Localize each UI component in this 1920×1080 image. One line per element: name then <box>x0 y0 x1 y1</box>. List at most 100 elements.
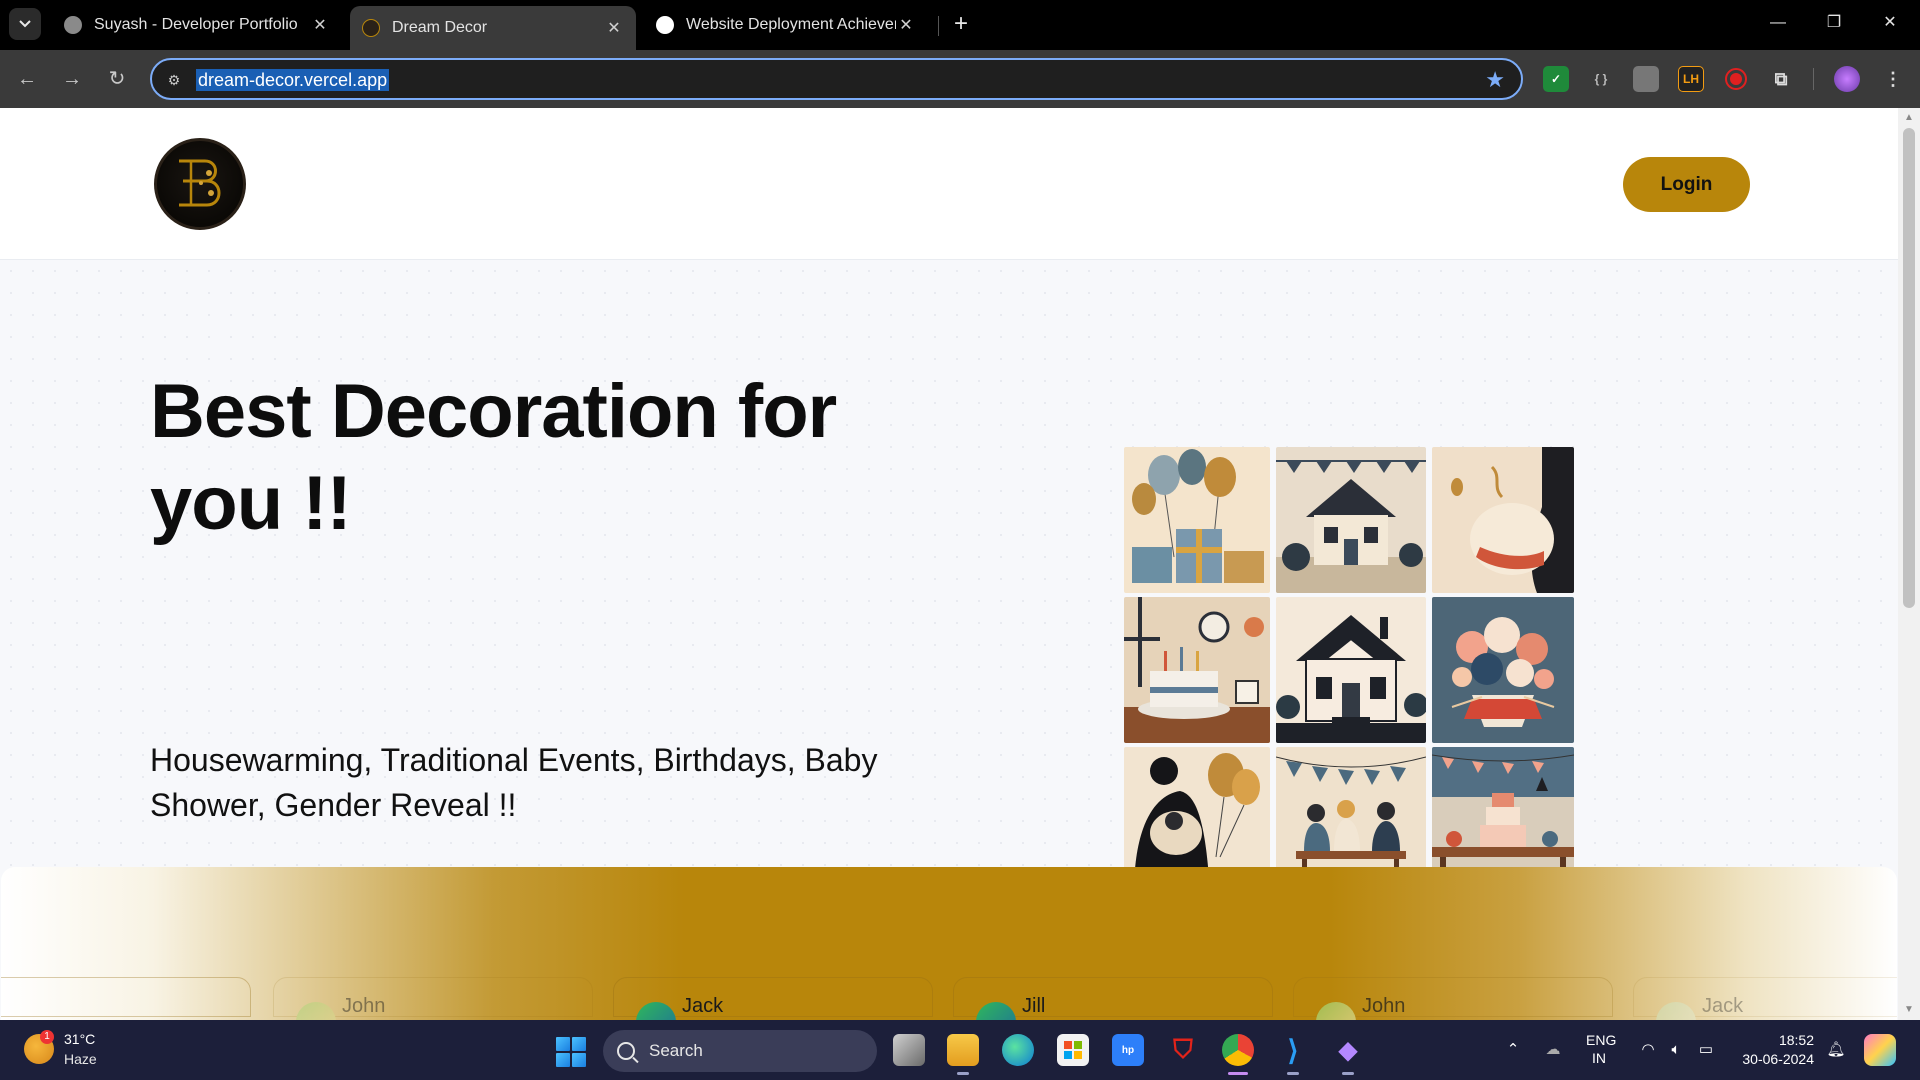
pregnancy-icon <box>1432 447 1574 593</box>
testimonial-card: Jill <box>953 977 1273 1020</box>
taskbar-search-box[interactable]: Search <box>603 1030 877 1072</box>
app-running-indicator <box>957 1072 969 1075</box>
search-icon <box>617 1042 635 1060</box>
copilot-icon[interactable] <box>1864 1034 1896 1066</box>
more-menu-icon[interactable]: ⋮ <box>1880 66 1906 92</box>
avatar <box>296 1002 336 1020</box>
testimonial-name: Jill <box>1022 995 1046 1017</box>
extension-icon[interactable] <box>1633 66 1659 92</box>
tab-title: Website Deployment Achievem <box>686 16 896 33</box>
task-view-icon[interactable] <box>893 1034 925 1066</box>
puzzle-extensions-icon[interactable]: ⧉ <box>1768 66 1794 92</box>
tab-title: Suyash - Developer Portfolio <box>94 16 298 33</box>
site-header: Login <box>0 108 1898 260</box>
json-extension-icon[interactable]: { } <box>1588 66 1614 92</box>
weather-notification-badge: 1 <box>40 1030 54 1044</box>
testimonial-card: John <box>273 977 593 1020</box>
myhp-icon[interactable]: hp <box>1112 1034 1144 1066</box>
wifi-icon[interactable]: ◠ <box>1638 1040 1658 1060</box>
tab-website-deployment[interactable]: Website Deployment Achievem ✕ <box>644 6 928 44</box>
restore-button[interactable]: ❐ <box>1808 8 1860 38</box>
browser-toolbar: ← → ↻ ⚙ dream-decor.vercel.app ★ ✓ { } L… <box>0 50 1920 108</box>
lighthouse-extension-icon[interactable]: LH <box>1678 66 1704 92</box>
testimonials-section: John Jack Jill John Jack <box>1 867 1897 1020</box>
notification-bell-icon[interactable]: 🔔︎ <box>1826 1040 1846 1060</box>
store-grid-icon <box>1064 1041 1082 1059</box>
avatar <box>976 1002 1016 1020</box>
avatar <box>636 1002 676 1020</box>
close-icon[interactable]: ✕ <box>604 18 624 38</box>
clock-date: 30-06-2024 <box>1742 1051 1814 1067</box>
mcafee-icon[interactable]: ⛉ <box>1167 1034 1199 1066</box>
weather-description[interactable]: Haze <box>64 1051 97 1067</box>
flower-bouquet-icon <box>1432 597 1574 743</box>
site-settings-icon[interactable]: ⚙ <box>164 70 184 90</box>
address-bar[interactable]: ⚙ dream-decor.vercel.app ★ <box>150 58 1523 100</box>
language-code: ENG <box>1586 1032 1617 1048</box>
testimonial-name: John <box>1362 995 1406 1017</box>
close-icon[interactable]: ✕ <box>896 15 916 35</box>
page-scrollbar[interactable]: ▲ ▼ <box>1898 108 1920 1020</box>
dream-decor-logo[interactable] <box>154 138 246 230</box>
toolbar-divider <box>1813 68 1814 90</box>
git-client-icon[interactable]: ◆ <box>1332 1034 1364 1066</box>
tab-title: Dream Decor <box>392 19 488 36</box>
scroll-down-arrow-icon[interactable]: ▼ <box>1903 1004 1915 1016</box>
windows-taskbar: 1 31°C Haze Search hp ⛉ ⟩ ◆ ⌃ ☁ ENG IN ◠… <box>0 1020 1920 1080</box>
app-running-indicator <box>1287 1072 1299 1075</box>
browser-tab-strip: Suyash - Developer Portfolio ✕ Dream Dec… <box>0 0 1920 50</box>
avatar <box>1656 1002 1696 1020</box>
show-hidden-icons-chevron-icon[interactable]: ⌃ <box>1503 1040 1523 1060</box>
tab-portfolio[interactable]: Suyash - Developer Portfolio ✕ <box>52 6 342 44</box>
clock[interactable]: 18:52 30-06-2024 <box>1736 1032 1814 1067</box>
onedrive-offline-icon[interactable]: ☁ <box>1543 1040 1563 1060</box>
region-code: IN <box>1592 1050 1606 1066</box>
testimonial-card: Jack <box>1633 977 1897 1020</box>
windows-start-icon[interactable] <box>556 1037 586 1067</box>
dream-decor-favicon-icon <box>362 19 380 37</box>
chrome-browser-icon[interactable] <box>1222 1034 1254 1066</box>
testimonial-card: Jack <box>613 977 933 1020</box>
page-viewport: Best Decoration for you !! Housewarming,… <box>0 108 1898 1020</box>
record-extension-icon[interactable] <box>1723 66 1749 92</box>
hero-subtitle: Housewarming, Traditional Events, Birthd… <box>150 742 878 823</box>
minimize-button[interactable]: — <box>1752 8 1804 38</box>
tab-search-menu-button[interactable] <box>9 8 41 40</box>
new-tab-button[interactable]: + <box>946 10 976 40</box>
chevron-down-icon <box>19 20 31 28</box>
tab-dream-decor[interactable]: Dream Decor ✕ <box>350 6 636 50</box>
testimonial-name: John <box>342 995 386 1017</box>
testimonial-name: Jack <box>1702 995 1744 1017</box>
url-text[interactable]: dream-decor.vercel.app <box>196 69 390 91</box>
app-active-indicator <box>1228 1072 1248 1075</box>
edge-browser-icon[interactable] <box>1002 1034 1034 1066</box>
login-button[interactable]: Login <box>1623 157 1750 212</box>
hero-title: Best Decoration for you !! <box>150 369 837 546</box>
scrollbar-thumb[interactable] <box>1903 128 1915 608</box>
shield-extension-icon[interactable]: ✓ <box>1543 66 1569 92</box>
birthday-cake-icon <box>1124 597 1270 743</box>
testimonial-card: John <box>1293 977 1613 1020</box>
battery-icon[interactable]: ▭ <box>1696 1040 1716 1060</box>
forward-button[interactable]: → <box>57 64 87 94</box>
balloons-gifts-icon <box>1124 447 1270 593</box>
weather-temperature[interactable]: 31°C <box>64 1031 95 1047</box>
profile-avatar[interactable] <box>1834 66 1860 92</box>
logo-monogram-icon <box>179 159 221 207</box>
file-explorer-icon[interactable] <box>947 1034 979 1066</box>
decor-collage-image <box>1124 447 1574 896</box>
language-indicator[interactable]: ENG IN <box>1586 1032 1616 1066</box>
testimonial-card <box>1 977 251 1017</box>
window-close-button[interactable]: ✕ <box>1864 8 1916 38</box>
vscode-icon[interactable]: ⟩ <box>1277 1034 1309 1066</box>
back-button[interactable]: ← <box>12 64 42 94</box>
close-icon[interactable]: ✕ <box>310 15 330 35</box>
reload-button[interactable]: ↻ <box>102 64 132 94</box>
avatar <box>1316 1002 1356 1020</box>
volume-icon[interactable]: 🔈︎ <box>1666 1040 1686 1060</box>
scroll-up-arrow-icon[interactable]: ▲ <box>1903 112 1915 124</box>
microsoft-store-icon[interactable] <box>1057 1034 1089 1066</box>
person-icon <box>64 16 82 34</box>
app-running-indicator <box>1342 1072 1354 1075</box>
bookmark-star-icon[interactable]: ★ <box>1485 67 1505 93</box>
